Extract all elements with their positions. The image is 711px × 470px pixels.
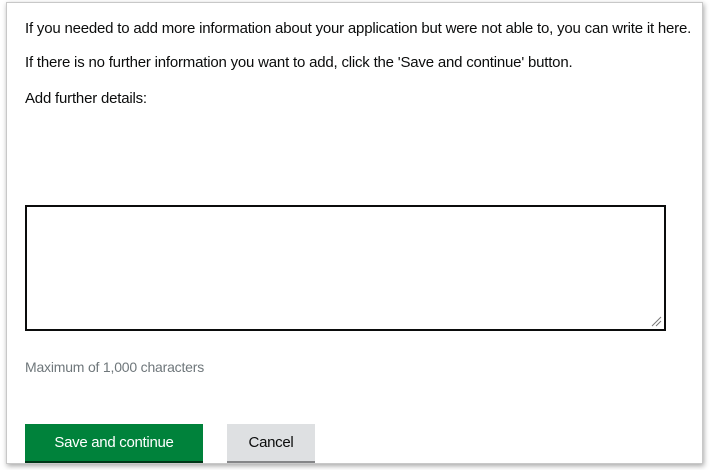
- details-label: Add further details:: [25, 90, 147, 107]
- character-limit-hint: Maximum of 1,000 characters: [25, 359, 205, 375]
- form-panel: If you needed to add more information ab…: [6, 2, 703, 464]
- details-field-wrapper: [25, 205, 666, 331]
- save-and-continue-button[interactable]: Save and continue: [25, 424, 203, 461]
- form-actions: Save and continue Cancel: [25, 424, 315, 461]
- form-content: If you needed to add more information ab…: [25, 19, 695, 461]
- details-textarea[interactable]: [25, 205, 666, 331]
- intro-paragraph-1: If you needed to add more information ab…: [25, 20, 692, 37]
- cancel-button[interactable]: Cancel: [227, 424, 315, 461]
- intro-paragraph-2: If there is no further information you w…: [25, 54, 573, 71]
